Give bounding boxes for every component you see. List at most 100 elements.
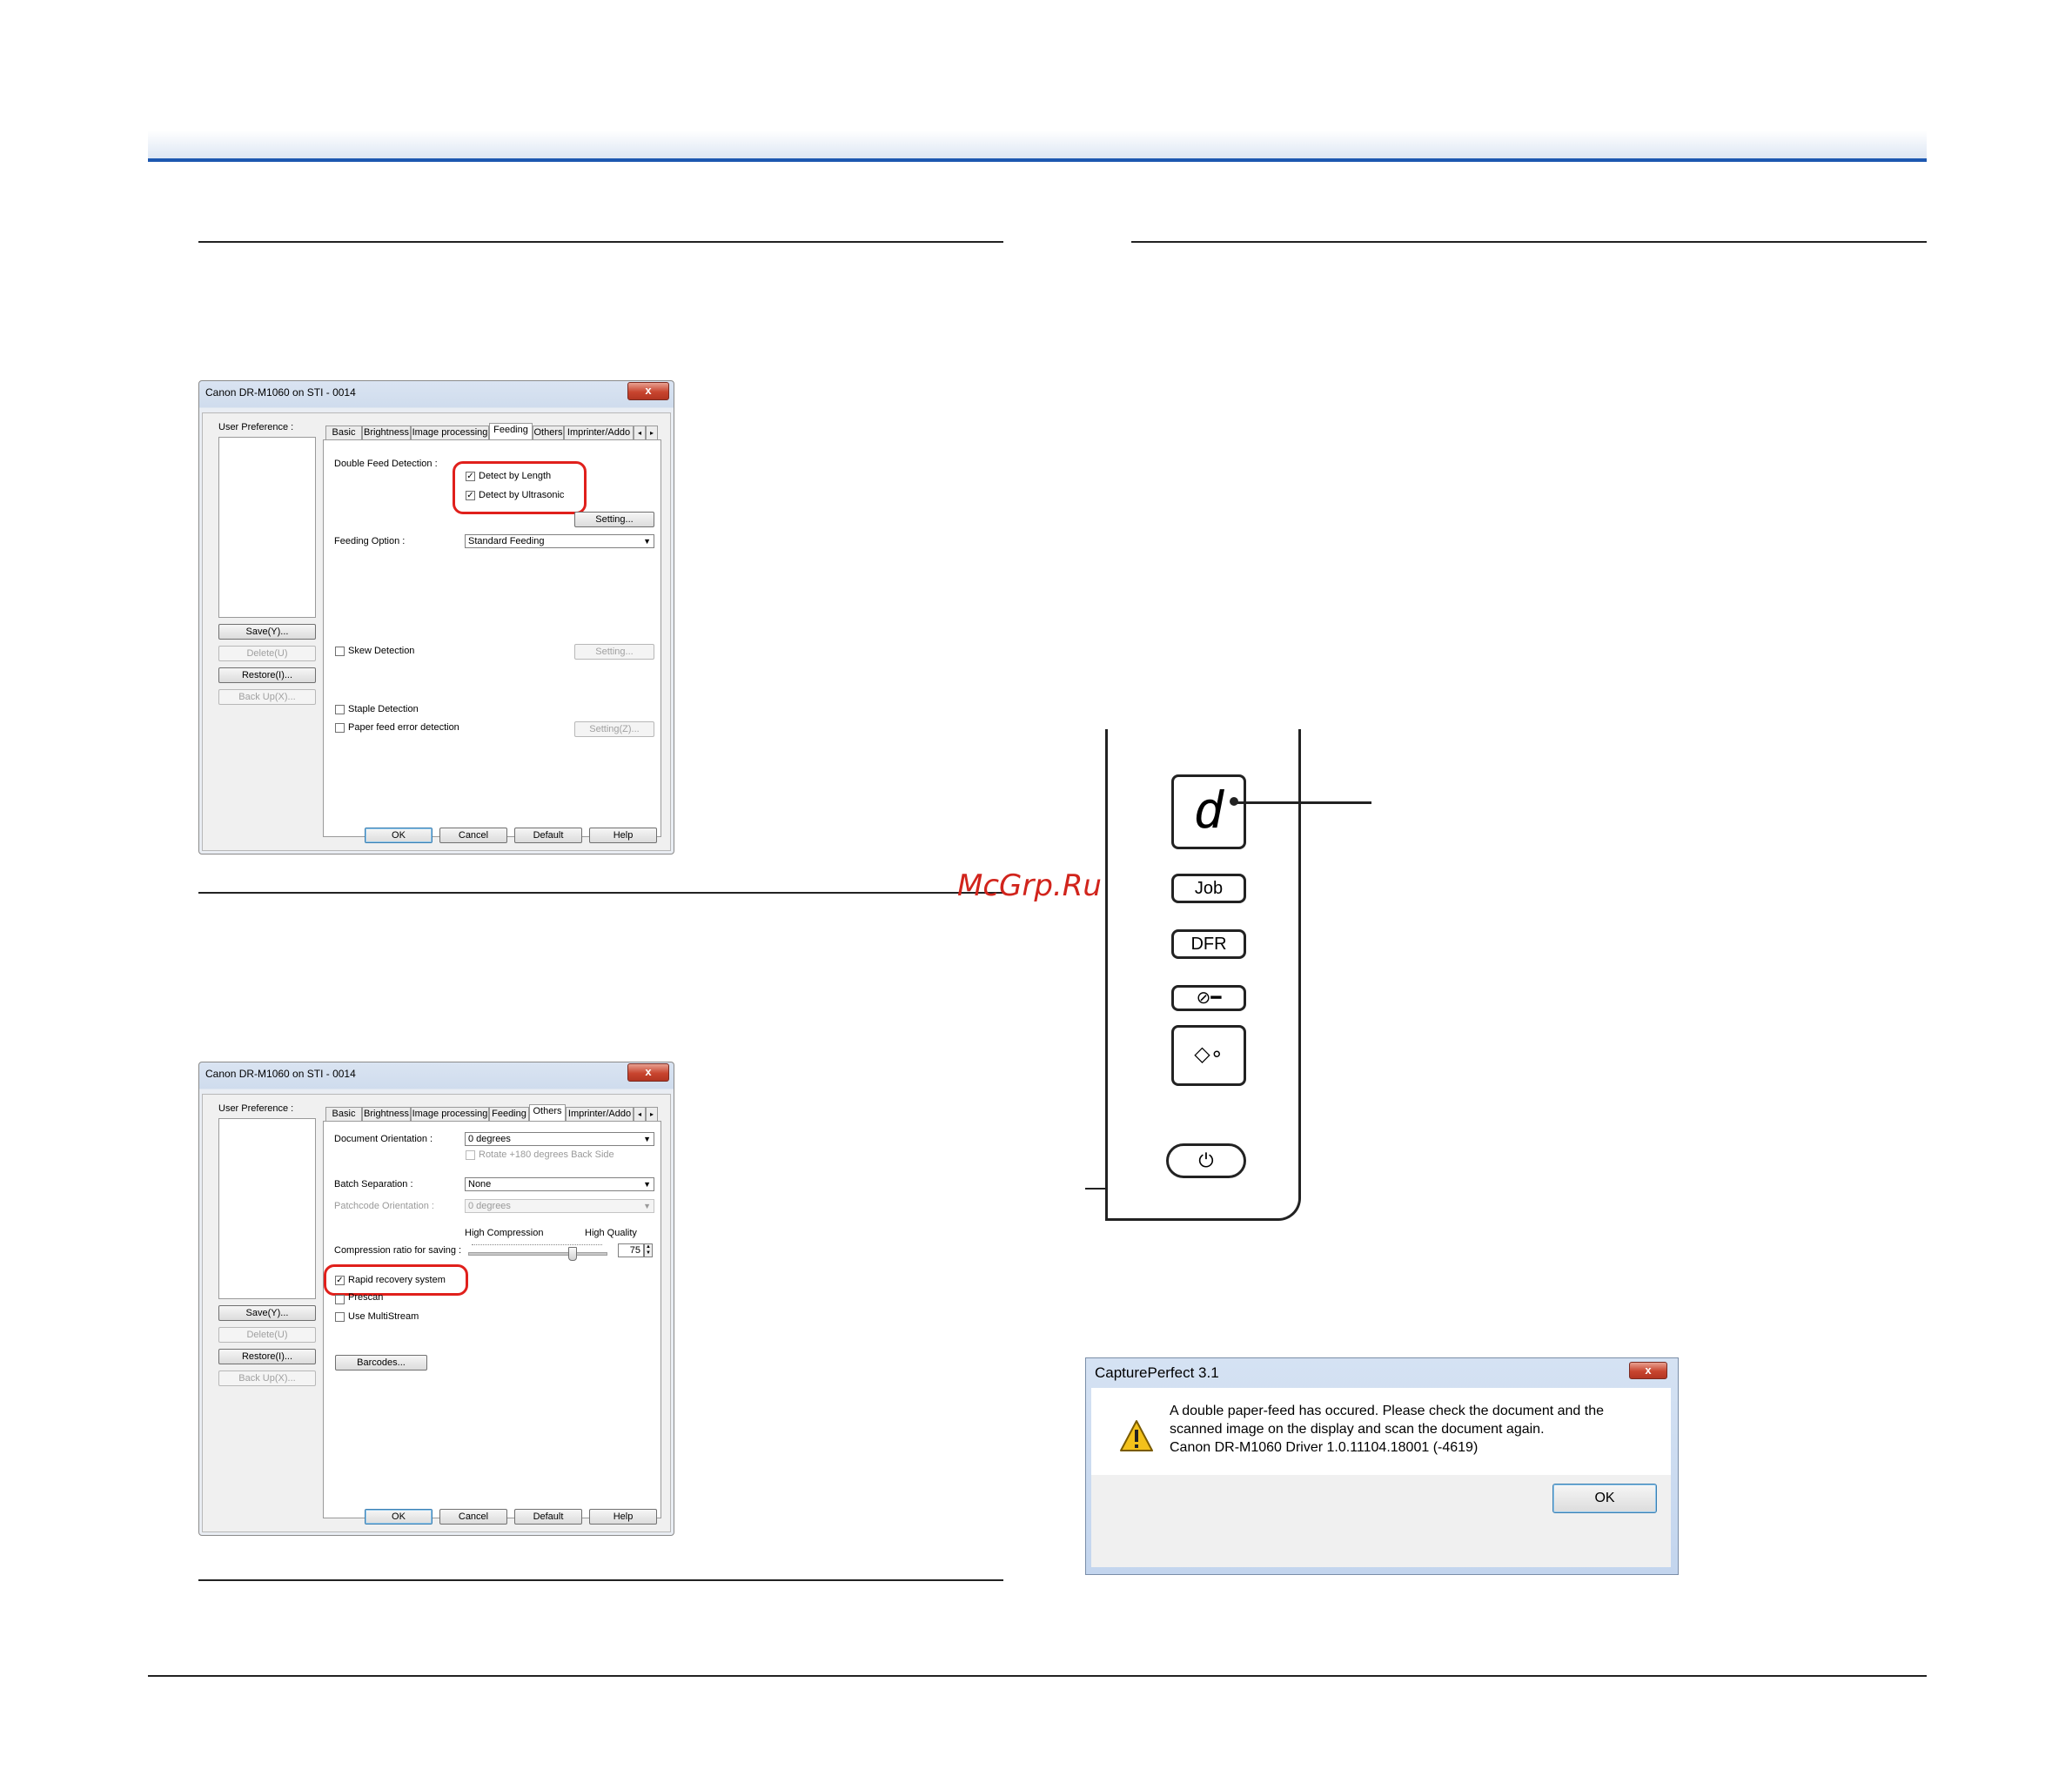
dialog-body: User Preference : Save(Y)... Delete(U) R… <box>202 1094 671 1532</box>
callout-dot <box>1230 797 1238 806</box>
ok-button[interactable]: OK <box>1552 1484 1657 1513</box>
multistream-label: Use MultiStream <box>348 1311 419 1322</box>
counter-display: d <box>1171 774 1246 849</box>
backup-button[interactable]: Back Up(X)... <box>218 1371 316 1386</box>
tab-basic[interactable]: Basic <box>325 426 362 439</box>
prescan-checkbox[interactable] <box>335 1295 345 1304</box>
header-rule <box>148 158 1927 162</box>
user-preference-list[interactable] <box>218 437 316 618</box>
feeding-option-value: Standard Feeding <box>468 536 545 546</box>
high-compression-label: High Compression <box>465 1228 544 1238</box>
batch-separation-label: Batch Separation : <box>334 1179 413 1190</box>
cancel-button[interactable]: Cancel <box>439 1509 507 1525</box>
skew-setting-button[interactable]: Setting... <box>574 644 654 660</box>
message-line-2: scanned image on the display and scan th… <box>1170 1422 1545 1437</box>
spin-arrows-icon[interactable]: ▲ ▼ <box>644 1243 653 1257</box>
paper-feed-setting-button[interactable]: Setting(Z)... <box>574 721 654 737</box>
save-button[interactable]: Save(Y)... <box>218 624 316 640</box>
stop-icon: ⊘━ <box>1196 989 1222 1008</box>
help-button[interactable]: Help <box>589 828 657 843</box>
dialog-body: User Preference : Save(Y)... Delete(U) R… <box>202 412 671 851</box>
highlight-oval <box>324 1264 468 1296</box>
cancel-button[interactable]: Cancel <box>439 828 507 843</box>
tab-image-processing[interactable]: Image processing <box>411 1107 489 1121</box>
batch-separation-dropdown[interactable]: None ▼ <box>465 1177 654 1191</box>
default-button[interactable]: Default <box>514 1509 582 1525</box>
start-icon: ◇∘ <box>1194 1042 1224 1066</box>
backup-button[interactable]: Back Up(X)... <box>218 689 316 705</box>
watermark-text: McGrp.Ru <box>957 868 1102 903</box>
stop-button[interactable]: ⊘━ <box>1171 985 1246 1011</box>
close-button[interactable]: x <box>627 382 669 400</box>
power-button[interactable]: ⏻ <box>1166 1143 1246 1178</box>
compression-value-input[interactable]: 75 <box>618 1243 644 1257</box>
tab-basic[interactable]: Basic <box>325 1107 362 1121</box>
tab-scroll-left-icon[interactable]: ◂ <box>634 1107 646 1121</box>
doc-orientation-label: Document Orientation : <box>334 1134 433 1144</box>
chevron-down-icon: ▼ <box>643 537 651 546</box>
compression-label: Compression ratio for saving : <box>334 1245 462 1256</box>
ok-button[interactable]: OK <box>365 828 433 843</box>
section-rule <box>198 241 1003 243</box>
dfr-button[interactable]: DFR <box>1171 929 1246 959</box>
paper-feed-error-label: Paper feed error detection <box>348 722 459 733</box>
dialog-title: Canon DR-M1060 on STI - 0014 <box>205 386 356 399</box>
callout-line <box>1234 801 1371 804</box>
tab-imprinter[interactable]: Imprinter/Addo <box>564 426 634 439</box>
user-preference-label: User Preference : <box>218 422 294 432</box>
rotate-back-checkbox[interactable] <box>466 1150 475 1160</box>
start-button[interactable]: ◇∘ <box>1171 1025 1246 1086</box>
footer-rule <box>148 1675 1927 1677</box>
highlight-oval <box>453 461 587 514</box>
tab-others[interactable]: Others <box>529 1104 566 1121</box>
high-quality-label: High Quality <box>585 1228 637 1238</box>
skew-detection-checkbox[interactable] <box>335 647 345 656</box>
others-tab-panel: Document Orientation : 0 degrees ▼ Rotat… <box>323 1121 661 1518</box>
patchcode-orientation-value: 0 degrees <box>468 1201 511 1211</box>
restore-button[interactable]: Restore(I)... <box>218 667 316 683</box>
doc-orientation-dropdown[interactable]: 0 degrees ▼ <box>465 1132 654 1146</box>
default-button[interactable]: Default <box>514 828 582 843</box>
multistream-checkbox[interactable] <box>335 1312 345 1322</box>
double-feed-setting-button[interactable]: Setting... <box>574 512 654 527</box>
tab-imprinter[interactable]: Imprinter/Addo <box>566 1107 634 1121</box>
close-button[interactable]: x <box>627 1063 669 1082</box>
compression-slider-track[interactable] <box>468 1252 607 1256</box>
staple-detection-label: Staple Detection <box>348 704 419 714</box>
help-button[interactable]: Help <box>589 1509 657 1525</box>
tab-scroll-left-icon[interactable]: ◂ <box>634 426 646 439</box>
patchcode-orientation-label: Patchcode Orientation : <box>334 1201 434 1211</box>
job-button[interactable]: Job <box>1171 874 1246 903</box>
restore-button[interactable]: Restore(I)... <box>218 1349 316 1364</box>
rotate-back-label: Rotate +180 degrees Back Side <box>479 1149 614 1160</box>
save-button[interactable]: Save(Y)... <box>218 1305 316 1321</box>
tab-image-processing[interactable]: Image processing <box>411 426 489 439</box>
tab-scroll-right-icon[interactable]: ▸ <box>646 1107 658 1121</box>
compression-slider-thumb[interactable] <box>567 1247 577 1261</box>
chevron-down-icon: ▼ <box>643 1180 651 1189</box>
batch-separation-value: None <box>468 1179 492 1190</box>
warning-icon <box>1120 1420 1153 1451</box>
tab-scroll-right-icon[interactable]: ▸ <box>646 426 658 439</box>
feeding-tab-panel: Double Feed Detection : ✓ Detect by Leng… <box>323 439 661 837</box>
delete-button[interactable]: Delete(U) <box>218 646 316 661</box>
tab-others[interactable]: Others <box>533 426 564 439</box>
tab-feeding[interactable]: Feeding <box>489 1107 529 1121</box>
section-rule <box>198 892 1003 894</box>
paper-feed-error-checkbox[interactable] <box>335 723 345 733</box>
delete-button[interactable]: Delete(U) <box>218 1327 316 1343</box>
tab-feeding[interactable]: Feeding <box>489 423 533 439</box>
user-preference-list[interactable] <box>218 1118 316 1299</box>
patchcode-orientation-dropdown[interactable]: 0 degrees ▼ <box>465 1199 654 1213</box>
feeding-option-label: Feeding Option : <box>334 536 406 546</box>
tab-brightness[interactable]: Brightness <box>362 1107 411 1121</box>
power-icon: ⏻ <box>1198 1149 1214 1171</box>
tab-brightness[interactable]: Brightness <box>362 426 411 439</box>
staple-detection-checkbox[interactable] <box>335 705 345 714</box>
message-line-1: A double paper-feed has occured. Please … <box>1170 1404 1605 1418</box>
ok-button[interactable]: OK <box>365 1509 433 1525</box>
scanner-settings-dialog-feeding: Canon DR-M1060 on STI - 0014 x User Pref… <box>198 380 674 854</box>
close-button[interactable]: x <box>1629 1362 1667 1379</box>
barcodes-button[interactable]: Barcodes... <box>335 1355 427 1371</box>
feeding-option-dropdown[interactable]: Standard Feeding ▼ <box>465 534 654 548</box>
